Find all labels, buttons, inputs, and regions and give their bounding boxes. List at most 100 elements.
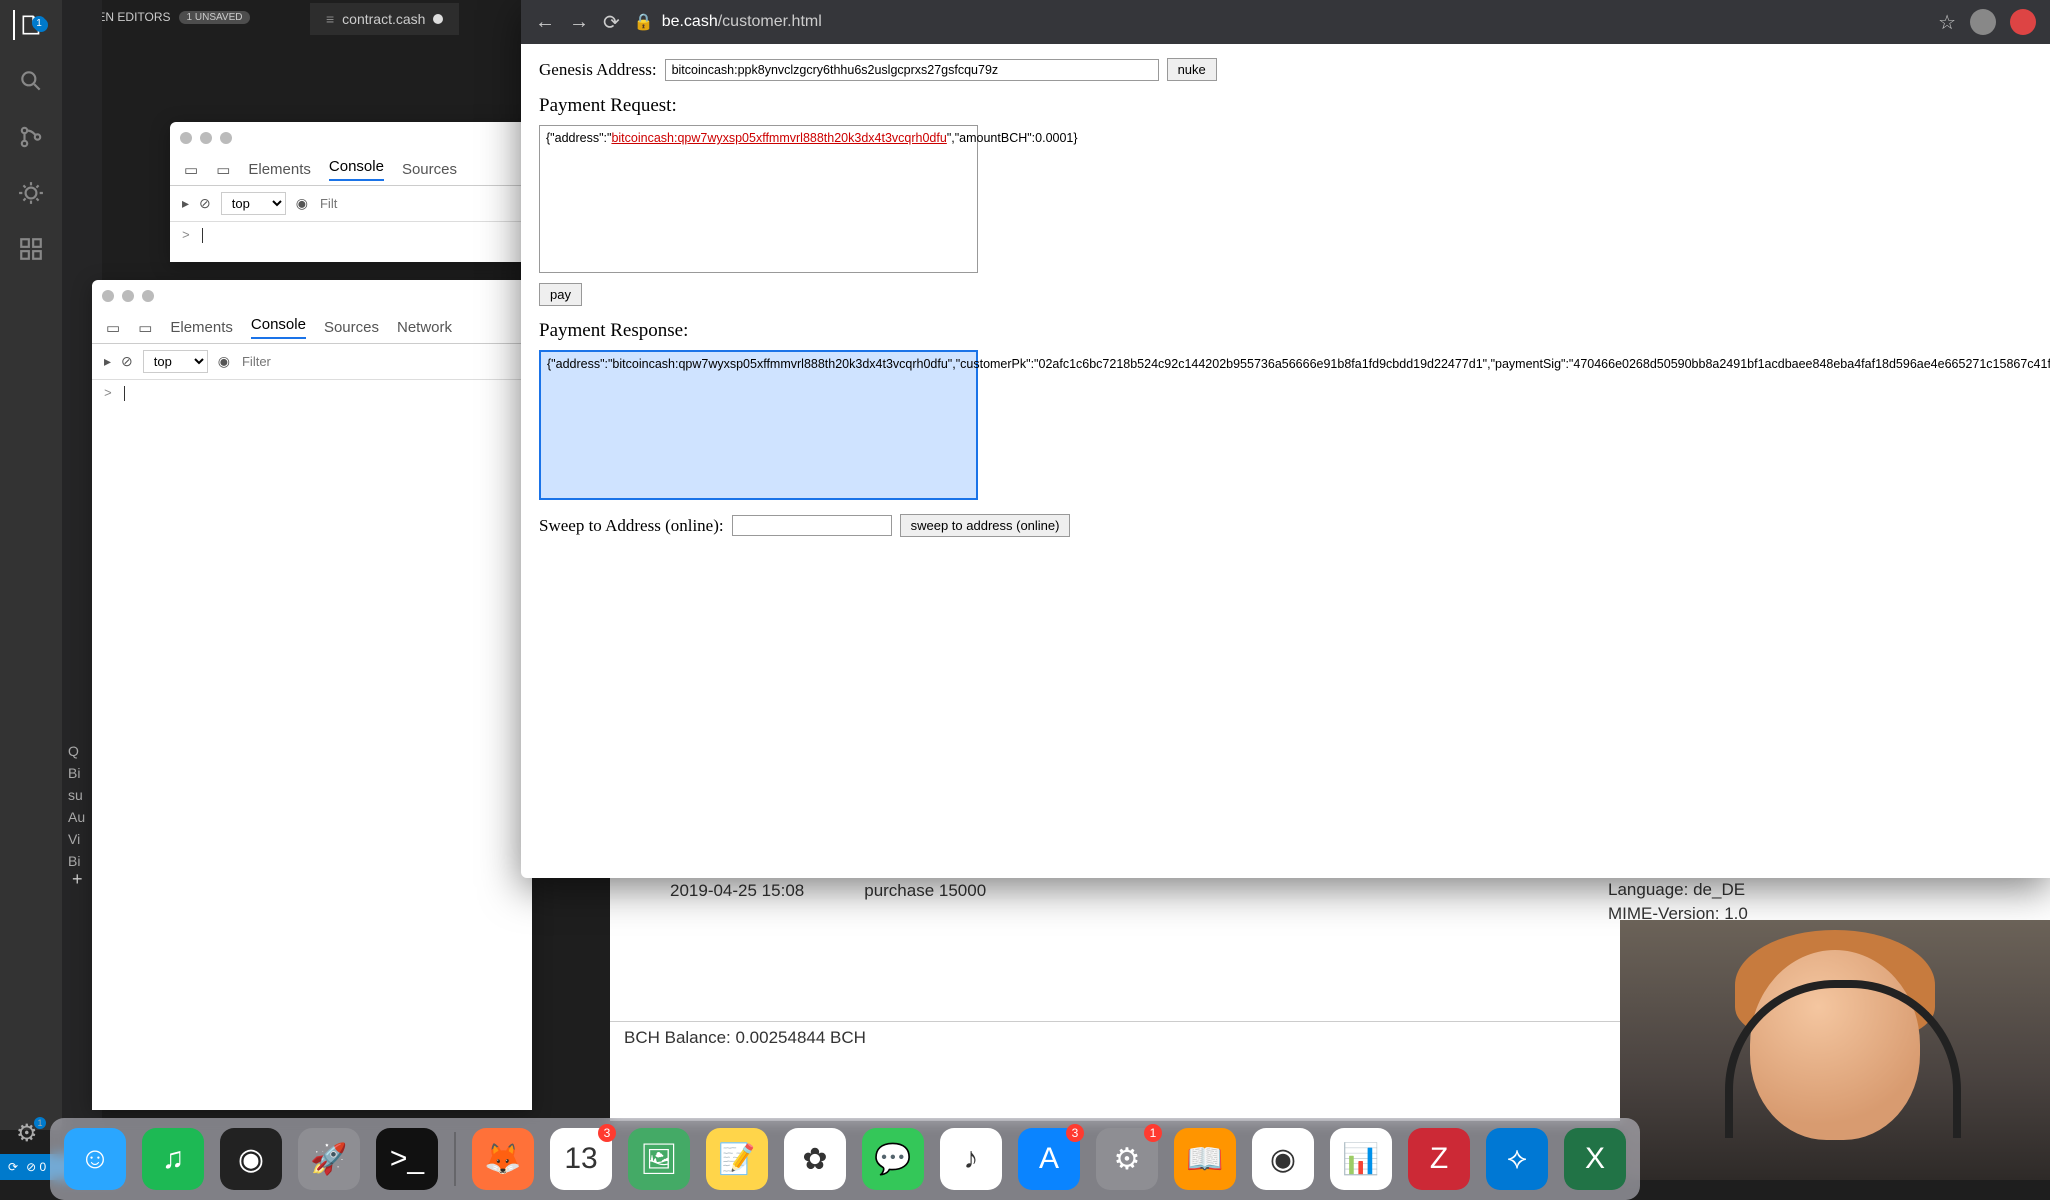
dock-app-calendar[interactable]: 133 <box>550 1128 612 1190</box>
window-traffic-lights[interactable] <box>170 122 570 154</box>
console-body[interactable]: > <box>92 380 532 407</box>
inspect-icon[interactable]: ▭ <box>184 161 198 179</box>
browser-toolbar: ← → ⟳ 🔒 be.cash/customer.html ☆ <box>521 0 2050 44</box>
balance-line: BCH Balance: 0.00254844 BCH <box>610 1021 1620 1054</box>
row-description: purchase 15000 <box>864 881 986 901</box>
genesis-address-input[interactable] <box>665 59 1159 81</box>
dock-badge: 1 <box>1144 1124 1162 1142</box>
extension-icon[interactable] <box>2010 9 2036 35</box>
extensions-icon[interactable] <box>16 234 46 264</box>
browser-window: ← → ⟳ 🔒 be.cash/customer.html ☆ Genesis … <box>521 0 2050 878</box>
dock-app-photos[interactable]: ✿ <box>784 1128 846 1190</box>
devtools-window-2: ▭ ▭ Elements Console Sources Network ▸ ⊘… <box>92 280 532 1110</box>
page-body: Genesis Address: nuke Payment Request: {… <box>521 44 2050 557</box>
back-button[interactable]: ← <box>535 11 555 34</box>
dock-app-books[interactable]: 📖 <box>1174 1128 1236 1190</box>
console-body[interactable]: > <box>170 222 570 249</box>
dock-app-zotero[interactable]: Z <box>1408 1128 1470 1190</box>
dock-app-spotify[interactable]: ♫ <box>142 1128 204 1190</box>
payment-request-textarea[interactable]: {"address":"bitcoincash:qpw7wyxsp05xffmm… <box>539 125 978 273</box>
editor-tab-strip: ≡ contract.cash <box>310 0 459 38</box>
dock-app-music[interactable]: ♪ <box>940 1128 1002 1190</box>
webcam-overlay <box>1620 920 2050 1180</box>
sync-icon[interactable]: ⟳ <box>8 1160 18 1174</box>
device-icon[interactable]: ▭ <box>138 319 152 337</box>
nuke-button[interactable]: nuke <box>1167 58 1217 81</box>
window-traffic-lights[interactable] <box>92 280 532 312</box>
payment-request-heading: Payment Request: <box>539 95 2032 117</box>
source-control-icon[interactable]: 1 <box>16 122 46 152</box>
console-prompt: > <box>182 228 190 243</box>
search-icon[interactable] <box>16 66 46 96</box>
tab-elements[interactable]: Elements <box>170 319 233 336</box>
context-select[interactable]: top <box>143 350 208 373</box>
pay-button[interactable]: pay <box>539 283 582 306</box>
profile-avatar[interactable] <box>1970 9 1996 35</box>
tab-console[interactable]: Console <box>251 316 306 339</box>
tab-label: contract.cash <box>342 11 425 27</box>
forward-button[interactable]: → <box>569 11 589 34</box>
dock-app-finder[interactable]: ☺ <box>64 1128 126 1190</box>
devtools-window-1: ▭ ▭ Elements Console Sources ▸ ⊘ top ◉ > <box>170 122 570 262</box>
url-host: be.cash <box>662 13 718 30</box>
clear-icon[interactable]: ⊘ <box>121 353 133 370</box>
cash-file-icon: ≡ <box>326 11 334 27</box>
info-line: Language: de_DE <box>1608 878 2038 902</box>
dock-app-appstore[interactable]: A3 <box>1018 1128 1080 1190</box>
background-app-window: 2019-04-25 15:08 purchase 15000 BCH Bala… <box>610 870 1620 1121</box>
inspect-icon[interactable]: ▭ <box>106 319 120 337</box>
tab-console[interactable]: Console <box>329 158 384 181</box>
sweep-address-label: Sweep to Address (online): <box>539 516 724 536</box>
vscode-activity-bar: 1 1 <box>0 0 62 1130</box>
devtools-tabs: ▭ ▭ Elements Console Sources Network <box>92 312 532 344</box>
tab-sources[interactable]: Sources <box>324 319 379 336</box>
dock-app-settings[interactable]: ⚙1 <box>1096 1128 1158 1190</box>
tab-sources[interactable]: Sources <box>402 161 457 178</box>
dock-app-firefox[interactable]: 🦊 <box>472 1128 534 1190</box>
tab-network[interactable]: Network <box>397 319 452 336</box>
lock-icon: 🔒 <box>634 12 654 32</box>
eye-icon[interactable]: ◉ <box>296 195 308 212</box>
dock-app-chrome[interactable]: ◉ <box>1252 1128 1314 1190</box>
dock-badge: 3 <box>1066 1124 1084 1142</box>
tab-contract-cash[interactable]: ≡ contract.cash <box>310 3 459 35</box>
url-bar[interactable]: 🔒 be.cash/customer.html <box>634 12 822 32</box>
dock-app-vscode[interactable]: ⟡ <box>1486 1128 1548 1190</box>
error-count[interactable]: ⊘ 0 <box>26 1160 46 1174</box>
sweep-button[interactable]: sweep to address (online) <box>900 514 1071 537</box>
filter-input[interactable] <box>318 195 392 212</box>
unsaved-dot-icon <box>433 14 443 24</box>
dock-app-excel[interactable]: X <box>1564 1128 1626 1190</box>
add-icon[interactable]: + <box>72 869 83 890</box>
dock-app-notes[interactable]: 📝 <box>706 1128 768 1190</box>
bookmark-icon[interactable]: ☆ <box>1938 10 1956 35</box>
row-timestamp: 2019-04-25 15:08 <box>670 881 804 901</box>
device-icon[interactable]: ▭ <box>216 161 230 179</box>
payment-response-textarea[interactable]: {"address":"bitcoincash:qpw7wyxsp05xffmm… <box>539 350 978 500</box>
filter-input[interactable] <box>240 353 314 370</box>
dock-app-terminal[interactable]: >_ <box>376 1128 438 1190</box>
console-prompt: > <box>104 386 112 401</box>
dock-app-messages[interactable]: 💬 <box>862 1128 924 1190</box>
dock-app-analytics[interactable]: 📊 <box>1330 1128 1392 1190</box>
tab-elements[interactable]: Elements <box>248 161 311 178</box>
eye-icon[interactable]: ◉ <box>218 353 230 370</box>
console-toolbar: ▸ ⊘ top ◉ <box>170 186 570 222</box>
settings-gear-icon[interactable]: ⚙1 <box>16 1119 38 1148</box>
reload-button[interactable]: ⟳ <box>603 10 620 35</box>
dock-app-siri[interactable]: ◉ <box>220 1128 282 1190</box>
debug-icon[interactable] <box>16 178 46 208</box>
url-path: /customer.html <box>718 13 822 30</box>
sweep-address-input[interactable] <box>732 515 892 536</box>
sidebar-toggle-icon[interactable]: ▸ <box>182 195 189 212</box>
devtools-tabs: ▭ ▭ Elements Console Sources <box>170 154 570 186</box>
sidebar-toggle-icon[interactable]: ▸ <box>104 353 111 370</box>
macos-dock: ☺♫◉🚀>_🦊133🖼📝✿💬♪A3⚙1📖◉📊Z⟡X <box>50 1118 1640 1200</box>
console-toolbar: ▸ ⊘ top ◉ <box>92 344 532 380</box>
context-select[interactable]: top <box>221 192 286 215</box>
dock-app-launchpad[interactable]: 🚀 <box>298 1128 360 1190</box>
dock-badge: 3 <box>598 1124 616 1142</box>
clear-icon[interactable]: ⊘ <box>199 195 211 212</box>
genesis-address-label: Genesis Address: <box>539 60 657 80</box>
dock-app-preview[interactable]: 🖼 <box>628 1128 690 1190</box>
